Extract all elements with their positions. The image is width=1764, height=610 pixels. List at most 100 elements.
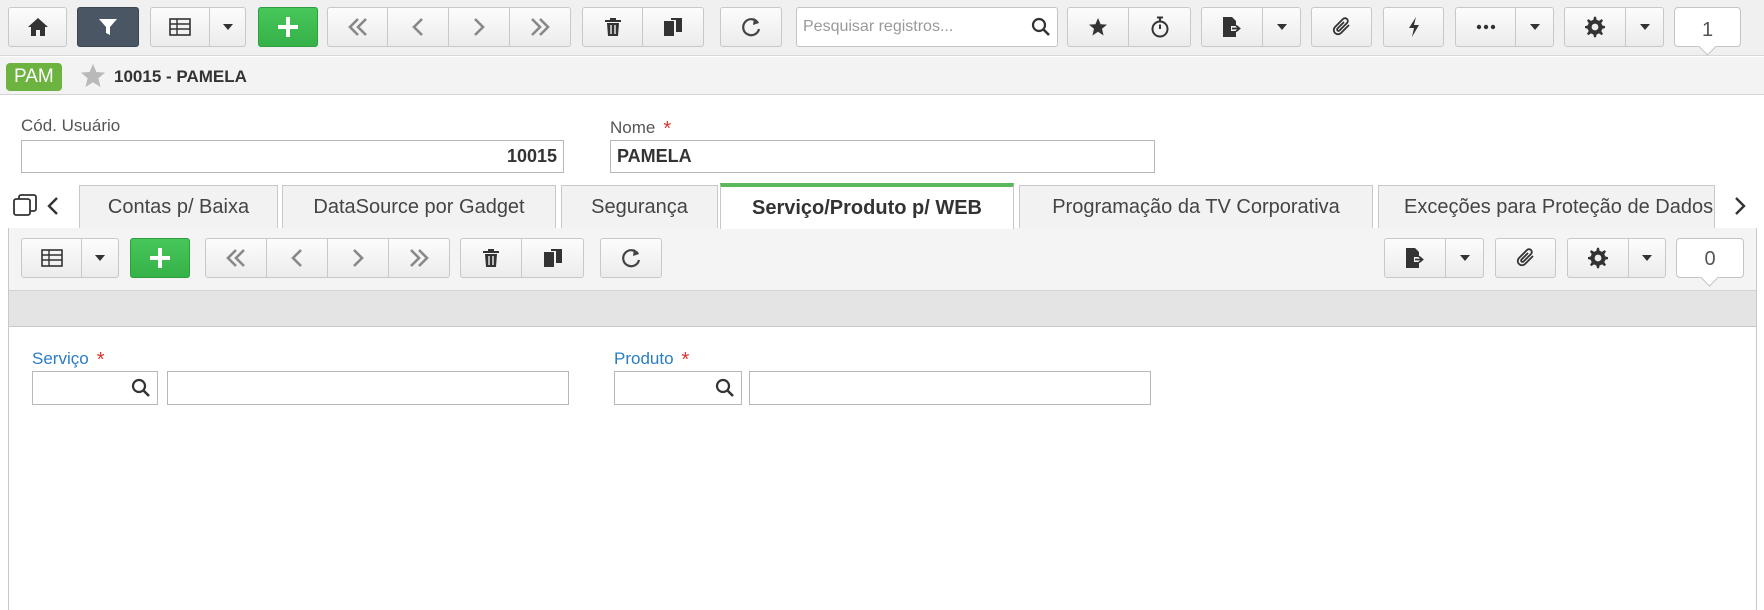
cod-usuario-field[interactable]: 10015: [21, 140, 564, 173]
timer-button[interactable]: [1129, 7, 1191, 47]
sub-grid-header: [9, 290, 1756, 327]
tab-programacao-tv[interactable]: Programação da TV Corporativa: [1019, 185, 1373, 228]
caret-down-icon: [1642, 255, 1652, 261]
home-button[interactable]: [8, 7, 67, 47]
view-mode-dropdown[interactable]: [210, 7, 246, 47]
favorite-button[interactable]: [1067, 7, 1129, 47]
required-marker: *: [681, 349, 690, 371]
sub-export-dropdown[interactable]: [1446, 238, 1484, 278]
sub-attachment-button[interactable]: [1495, 238, 1556, 278]
filter-icon: [99, 19, 117, 35]
record-counter-value: 1: [1701, 18, 1714, 41]
required-marker: *: [663, 118, 672, 140]
duplicate-button[interactable]: [643, 7, 704, 47]
record-title: 10015 - PAMELA: [114, 67, 247, 86]
trash-icon: [604, 18, 621, 36]
more-options-button[interactable]: [1455, 7, 1516, 47]
search-input[interactable]: [797, 8, 1025, 46]
last-record-button[interactable]: [510, 7, 571, 47]
sub-edit-actions-group: [460, 238, 584, 278]
nome-label: Nome *: [610, 116, 672, 140]
favorite-star-icon[interactable]: [80, 63, 106, 93]
sub-export-button[interactable]: [1384, 238, 1446, 278]
produto-code-input[interactable]: [614, 371, 742, 405]
produto-label[interactable]: Produto *: [614, 347, 690, 371]
trash-icon: [483, 249, 499, 267]
attachment-button[interactable]: [1311, 7, 1372, 47]
actions-button[interactable]: [1383, 7, 1444, 47]
tab-excecoes-protecao-dados[interactable]: Exceções para Proteção de Dados: [1378, 185, 1715, 228]
settings-dropdown[interactable]: [1626, 7, 1664, 47]
sub-settings-dropdown[interactable]: [1629, 238, 1666, 278]
sub-record-counter: 0: [1676, 238, 1744, 278]
sub-duplicate-button[interactable]: [522, 238, 584, 278]
sub-settings-group: [1567, 238, 1666, 278]
sub-next-record-button[interactable]: [328, 238, 389, 278]
tabs-menu-icon[interactable]: [12, 194, 38, 223]
chevron-left-icon: [291, 249, 302, 267]
filter-button[interactable]: [77, 7, 139, 47]
sub-delete-button[interactable]: [460, 238, 522, 278]
gear-icon: [1588, 247, 1608, 269]
next-record-button[interactable]: [449, 7, 510, 47]
paperclip-icon: [1516, 248, 1534, 267]
produto-description-input[interactable]: [749, 371, 1151, 405]
ellipsis-icon: [1476, 24, 1495, 30]
required-marker: *: [96, 349, 105, 371]
export-group: [1201, 7, 1301, 47]
search-icon[interactable]: [1025, 17, 1057, 37]
sub-record-counter-value: 0: [1704, 247, 1716, 270]
cod-usuario-label: Cód. Usuário: [21, 116, 121, 135]
caret-down-icon: [1459, 255, 1470, 261]
more-options-dropdown[interactable]: [1516, 7, 1554, 47]
sub-view-mode-dropdown[interactable]: [82, 238, 119, 278]
delete-button[interactable]: [582, 7, 643, 47]
caret-down-icon: [1639, 24, 1650, 30]
add-record-button[interactable]: [258, 7, 318, 47]
sub-first-record-button[interactable]: [205, 238, 267, 278]
tab-contas-baixa[interactable]: Contas p/ Baixa: [79, 185, 278, 228]
export-button[interactable]: [1201, 7, 1263, 47]
gear-icon: [1585, 16, 1605, 38]
tab-seguranca[interactable]: Segurança: [561, 185, 718, 228]
lightning-icon: [1408, 17, 1419, 37]
grid-view-button[interactable]: [150, 7, 210, 47]
caret-down-icon: [1276, 24, 1287, 30]
tabs-scroll-left-icon[interactable]: [46, 196, 60, 221]
plus-icon: [150, 248, 170, 268]
sub-settings-button[interactable]: [1567, 238, 1629, 278]
sub-previous-record-button[interactable]: [267, 238, 328, 278]
settings-button[interactable]: [1564, 7, 1626, 47]
tab-servico-produto-web[interactable]: Serviço/Produto p/ WEB: [720, 183, 1014, 229]
double-chevron-left-icon: [347, 18, 367, 36]
servico-description-input[interactable]: [167, 371, 569, 405]
previous-record-button[interactable]: [388, 7, 449, 47]
sub-refresh-button[interactable]: [600, 238, 662, 278]
record-counter: 1: [1674, 7, 1741, 47]
refresh-icon: [742, 18, 761, 37]
servico-code-input[interactable]: [32, 371, 158, 405]
home-icon: [27, 18, 48, 36]
caret-down-icon: [222, 24, 233, 30]
sub-toolbar: 0: [9, 228, 1756, 290]
caret-down-icon: [95, 255, 105, 261]
edit-actions-group: [582, 7, 704, 47]
export-dropdown[interactable]: [1263, 7, 1301, 47]
tabs-scroll-right-icon[interactable]: [1733, 196, 1747, 221]
search-icon[interactable]: [131, 378, 151, 398]
copy-icon: [664, 18, 682, 36]
search-icon[interactable]: [715, 378, 735, 398]
first-record-button[interactable]: [327, 7, 388, 47]
sub-grid-view-button[interactable]: [21, 238, 82, 278]
tab-datasource-gadget[interactable]: DataSource por Gadget: [282, 185, 556, 228]
paperclip-icon: [1332, 17, 1350, 36]
sub-last-record-button[interactable]: [389, 238, 450, 278]
servico-label[interactable]: Serviço *: [32, 347, 105, 371]
chevron-right-icon: [474, 18, 485, 36]
chevron-right-icon: [353, 249, 364, 267]
refresh-button[interactable]: [720, 7, 782, 47]
settings-group: [1564, 7, 1664, 47]
caret-down-icon: [1529, 24, 1540, 30]
nome-field[interactable]: PAMELA: [610, 140, 1155, 173]
sub-add-record-button[interactable]: [130, 238, 190, 278]
